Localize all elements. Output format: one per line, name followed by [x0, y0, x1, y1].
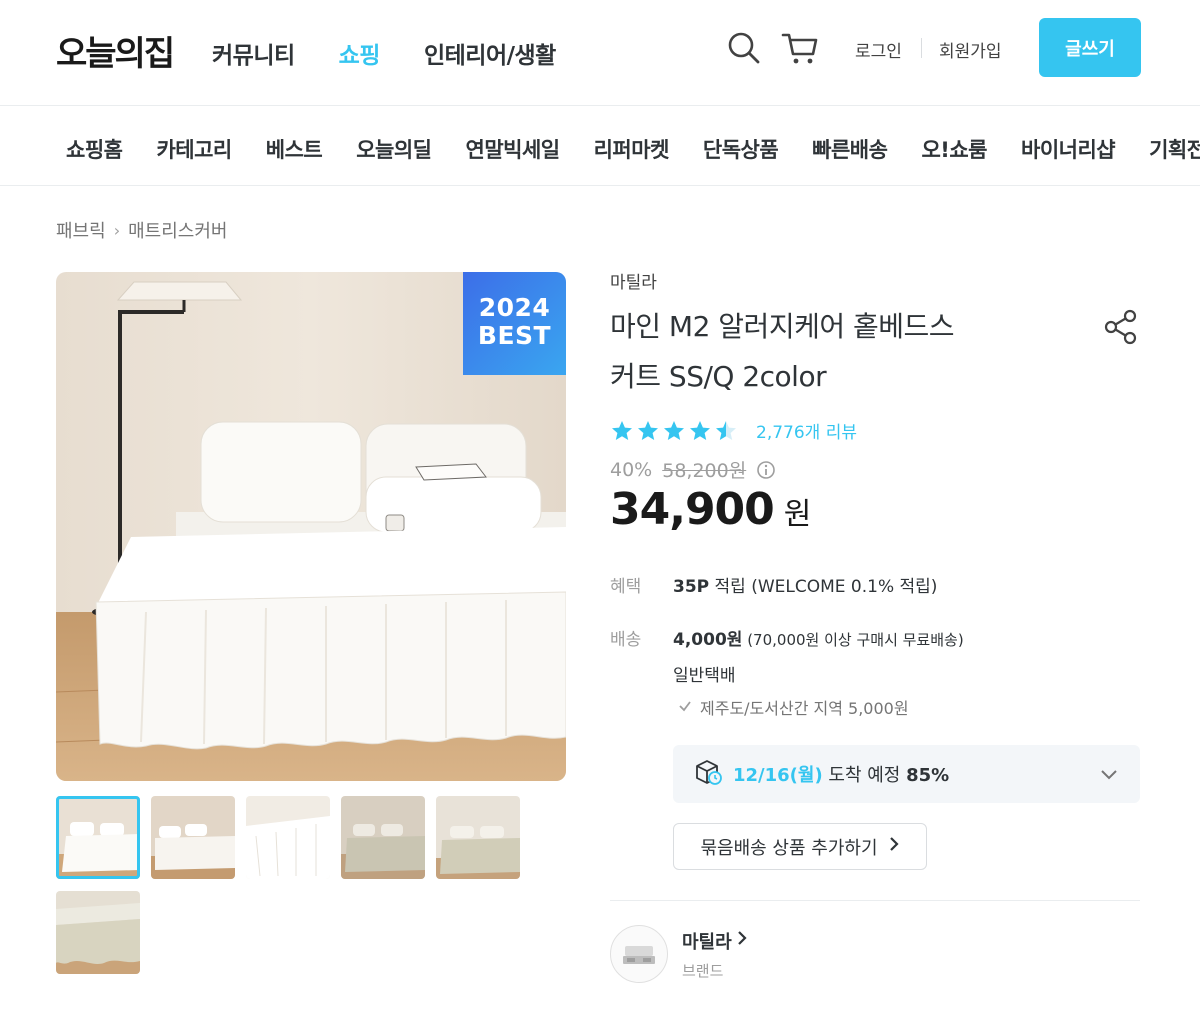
chevron-right-icon — [736, 930, 748, 951]
subnav-item-shopping-home[interactable]: 쇼핑홈 — [66, 134, 123, 164]
star-icon — [664, 420, 684, 440]
shipping-note: (70,000원 이상 구매시 무료배송) — [742, 631, 964, 649]
subnav-item-best[interactable]: 베스트 — [266, 134, 323, 164]
site-logo[interactable]: 오늘의집 — [56, 26, 175, 75]
star-icon — [716, 420, 736, 440]
breadcrumb-fabric[interactable]: 패브릭 — [56, 217, 106, 243]
brand-card-name: 마틸라 — [682, 931, 732, 953]
subnav-item-exhibitions[interactable]: 기획전 — [1149, 134, 1200, 164]
original-price: 58,200원 — [662, 460, 747, 482]
search-icon[interactable] — [726, 30, 762, 66]
subnav-item-today-deal[interactable]: 오늘의딜 — [356, 134, 432, 164]
shipping-label: 배송 — [610, 630, 642, 650]
section-divider — [610, 900, 1140, 901]
info-icon[interactable] — [756, 460, 776, 480]
breadcrumb: 패브릭 › 매트리스커버 — [56, 217, 227, 243]
delivery-box-icon — [693, 758, 723, 790]
shopping-subnav: 쇼핑홈 카테고리 베스트 오늘의딜 연말빅세일 리퍼마켓 단독상품 빠른배송 오… — [0, 106, 1200, 186]
thumbnail-3[interactable] — [246, 796, 330, 879]
discount-rate: 40% — [610, 458, 653, 481]
benefit-value: 35P 적립 (WELCOME 0.1% 적립) — [673, 572, 937, 597]
original-price-row: 40% 58,200원 — [610, 456, 776, 483]
rating-row: 2,776개 리뷰 — [610, 418, 857, 443]
product-title: 마인 M2 알러지케어 홑베드스 커트 SS/Q 2color — [610, 302, 1050, 402]
shipping-extra-row: 제주도/도서산간 지역 5,000원 — [678, 695, 909, 719]
product-title-line-1: 마인 M2 알러지케어 홑베드스 — [610, 310, 955, 343]
sale-price-unit: 원 — [783, 497, 812, 532]
signup-link[interactable]: 회원가입 — [939, 37, 1002, 62]
subnav-item-oh-showroom[interactable]: 오!쇼룸 — [921, 134, 987, 164]
sale-price-amount: 34,900 — [610, 484, 775, 535]
arrival-percent: 85% — [906, 765, 950, 786]
benefit-label: 혜택 — [610, 577, 642, 597]
subnav-item-year-end-sale[interactable]: 연말빅세일 — [466, 134, 561, 164]
shipping-fee-row: 4,000원 (70,000원 이상 구매시 무료배송) — [673, 625, 964, 650]
benefit-text: 적립 (WELCOME 0.1% 적립) — [709, 577, 938, 597]
badge-year: 2024 — [478, 293, 551, 322]
best-badge: 2024 BEST — [463, 272, 566, 375]
brand-name[interactable]: 마틸라 — [610, 268, 657, 293]
subnav-item-refurb-market[interactable]: 리퍼마켓 — [594, 134, 670, 164]
star-rating — [610, 419, 738, 443]
thumbnail-6[interactable] — [56, 891, 140, 974]
subnav-item-exclusive[interactable]: 단독상품 — [703, 134, 779, 164]
subnav-item-category[interactable]: 카테고리 — [156, 134, 232, 164]
header-divider — [921, 38, 922, 58]
sale-price: 34,900 원 — [610, 484, 811, 535]
main-nav: 커뮤니티 쇼핑 인테리어/생활 — [212, 36, 556, 70]
subnav-item-binary-shop[interactable]: 바이너리샵 — [1021, 134, 1116, 164]
thumbnail-4[interactable] — [341, 796, 425, 879]
chevron-right-icon: › — [113, 220, 121, 240]
star-icon — [638, 420, 658, 440]
bundle-shipping-label: 묶음배송 상품 추가하기 — [700, 837, 878, 859]
arrival-date: 12/16(월) — [733, 765, 823, 786]
chevron-right-icon — [888, 836, 900, 857]
star-icon — [690, 420, 710, 440]
product-title-line-2: 커트 SS/Q 2color — [610, 360, 827, 393]
arrival-text: 12/16(월) 도착 예정 85% — [733, 761, 949, 787]
review-count-link[interactable]: 2,776개 리뷰 — [756, 418, 857, 443]
badge-label: BEST — [477, 321, 552, 350]
brand-logo — [610, 925, 668, 983]
top-header: 오늘의집 커뮤니티 쇼핑 인테리어/생활 로그인 회원가입 글쓰기 — [0, 0, 1200, 106]
arrival-label: 도착 예정 — [822, 765, 907, 786]
subnav-item-fast-delivery[interactable]: 빠른배송 — [812, 134, 888, 164]
share-icon[interactable] — [1101, 307, 1141, 347]
brand-card-subtitle: 브랜드 — [682, 961, 724, 980]
nav-community[interactable]: 커뮤니티 — [212, 36, 295, 70]
bundle-shipping-button[interactable]: 묶음배송 상품 추가하기 — [673, 823, 927, 870]
arrival-estimate[interactable]: 12/16(월) 도착 예정 85% — [673, 745, 1140, 803]
breadcrumb-mattress-cover[interactable]: 매트리스커버 — [128, 217, 227, 243]
main-product-image[interactable]: 2024 BEST — [56, 272, 566, 781]
write-button[interactable]: 글쓰기 — [1039, 18, 1141, 77]
star-icon — [612, 420, 632, 440]
thumbnail-5[interactable] — [436, 796, 520, 879]
shipping-type: 일반택배 — [673, 666, 736, 686]
nav-interior[interactable]: 인테리어/생활 — [424, 36, 556, 70]
brand-card-name-row: 마틸라 — [682, 928, 748, 954]
brand-card[interactable]: 마틸라 브랜드 — [610, 925, 748, 983]
check-icon — [678, 698, 692, 717]
login-link[interactable]: 로그인 — [855, 37, 902, 62]
nav-shopping[interactable]: 쇼핑 — [339, 36, 381, 70]
chevron-down-icon[interactable] — [1098, 763, 1120, 785]
thumbnail-1[interactable] — [56, 796, 140, 879]
cart-icon[interactable] — [780, 30, 820, 66]
thumbnail-2[interactable] — [151, 796, 235, 879]
benefit-points: 35P — [673, 577, 710, 597]
shipping-extra: 제주도/도서산간 지역 5,000원 — [700, 699, 909, 718]
shipping-fee: 4,000원 — [673, 630, 743, 650]
